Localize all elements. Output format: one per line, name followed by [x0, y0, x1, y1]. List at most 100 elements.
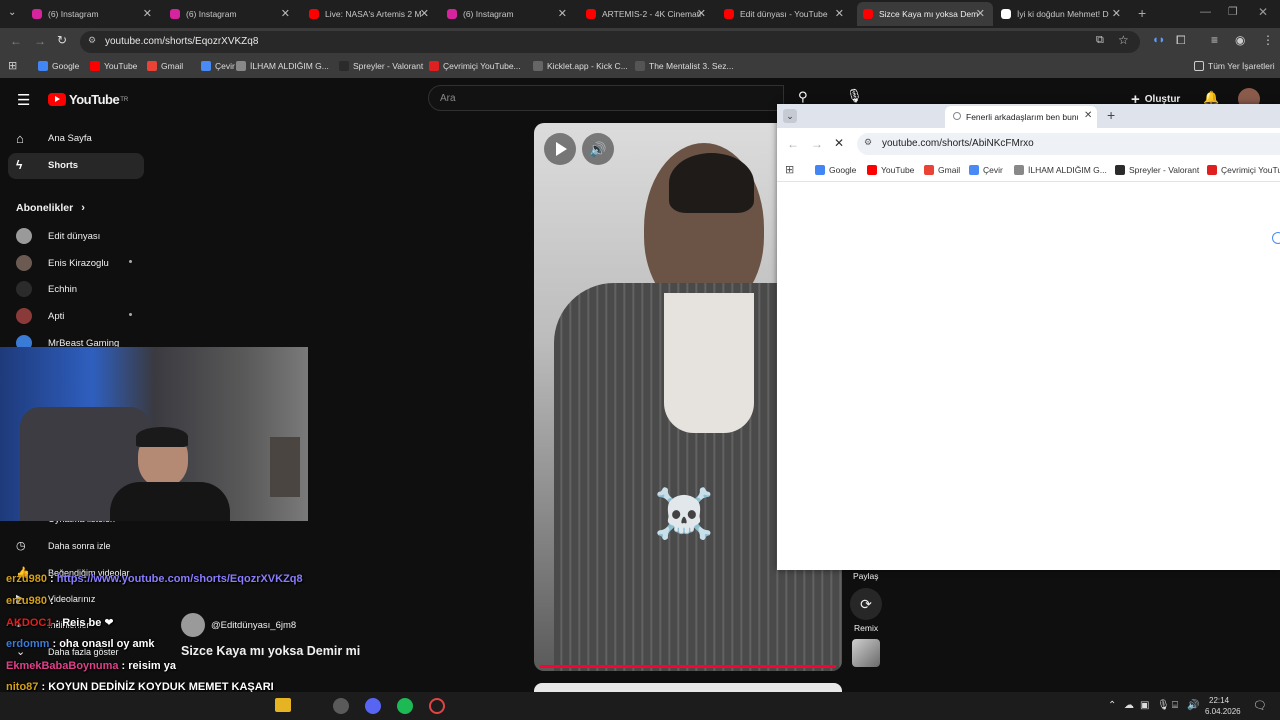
tab-close-icon[interactable]: ✕: [558, 7, 567, 20]
site-info-icon[interactable]: ⚙: [88, 35, 96, 46]
app-icon[interactable]: [429, 698, 445, 714]
tray-app-icon[interactable]: ▣: [1140, 700, 1149, 711]
file-explorer-icon[interactable]: [275, 698, 291, 712]
remix-button[interactable]: ⟳: [850, 588, 882, 620]
notification-center-icon[interactable]: 🗨: [1253, 699, 1267, 712]
back-arrow-icon[interactable]: ←: [10, 34, 22, 48]
chat-username[interactable]: erdomm: [6, 638, 49, 650]
bookmark-item[interactable]: Google: [38, 61, 79, 71]
clock-date[interactable]: 6.04.2026: [1205, 707, 1241, 716]
volume-button[interactable]: 🔊: [582, 133, 614, 165]
subscriptions-header[interactable]: Abonelikler ›: [16, 202, 85, 214]
tray-volume-icon[interactable]: 🔊: [1187, 700, 1199, 711]
video-progress-track[interactable]: [540, 665, 836, 668]
bookmark-item[interactable]: Çevir: [201, 61, 235, 71]
tab-close-icon[interactable]: ✕: [976, 7, 985, 20]
extension-icon[interactable]: ◖◗: [1152, 34, 1165, 46]
sidebar-subscription-item[interactable]: Apti: [16, 308, 132, 324]
tab-close-icon[interactable]: ✕: [835, 7, 844, 20]
hamburger-menu-icon[interactable]: ☰: [17, 91, 30, 109]
bookmark-star-icon[interactable]: ☆: [1118, 33, 1129, 47]
browser-tab[interactable]: İyi ki doğdun Mehmet! D ✕: [995, 2, 1129, 26]
sidebar-item-home[interactable]: ⌂ Ana Sayfa: [16, 131, 92, 146]
popup-apps-grid-icon[interactable]: ⊞: [785, 163, 794, 176]
discord-icon[interactable]: [365, 698, 381, 714]
search-input[interactable]: Ara: [428, 85, 784, 111]
steam-icon[interactable]: [333, 698, 349, 714]
bookmark-item[interactable]: Çevrimiçi YouTube...: [429, 61, 521, 71]
extensions-puzzle-icon[interactable]: ⧠: [1176, 33, 1186, 48]
sidebar-subscription-item[interactable]: Edit dünyası: [16, 228, 100, 244]
popup-stop-loading-icon[interactable]: ✕: [834, 136, 844, 150]
profile-icon[interactable]: ◉: [1235, 33, 1245, 47]
tab-close-icon[interactable]: ✕: [281, 7, 290, 20]
all-bookmarks-folder[interactable]: Tüm Yer İşaretleri: [1194, 61, 1275, 71]
browser-tab[interactable]: ARTEMIS-2 - 4K Cinemati ✕: [580, 2, 714, 26]
apps-grid-icon[interactable]: ⊞: [8, 59, 17, 72]
close-window-icon[interactable]: ✕: [1258, 5, 1268, 19]
browser-tab[interactable]: (6) Instagram ✕: [441, 2, 575, 26]
bookmark-item[interactable]: Gmail: [147, 61, 183, 71]
popup-forward-arrow-icon[interactable]: →: [811, 137, 823, 151]
popup-tab-search-icon[interactable]: ⌄: [783, 109, 797, 123]
sidebar-subscription-item[interactable]: Echhin: [16, 281, 77, 297]
popup-bookmark-item[interactable]: Spreyler - Valorant: [1115, 165, 1199, 175]
bookmark-item[interactable]: Spreyler - Valorant: [339, 61, 423, 71]
popup-bookmark-item[interactable]: İLHAM ALDIĞIM G...: [1014, 165, 1107, 175]
voice-search-mic-icon[interactable]: 🎙: [846, 88, 863, 104]
browser-tab[interactable]: Live: NASA's Artemis 2 M ✕: [303, 2, 437, 26]
browser-tab[interactable]: (6) Instagram ✕: [164, 2, 298, 26]
popup-address-bar[interactable]: ⚙ youtube.com/shorts/AbiNKcFMrxo: [857, 133, 1280, 155]
popup-bookmark-item[interactable]: Google: [815, 165, 856, 175]
new-tab-plus-icon[interactable]: +: [1138, 5, 1146, 21]
sound-thumbnail[interactable]: [852, 639, 880, 667]
popup-site-info-icon[interactable]: ⚙: [864, 137, 872, 148]
bookmark-item[interactable]: İLHAM ALDIĞIM G...: [236, 61, 329, 71]
browser-tab[interactable]: Edit dünyası - YouTube ✕: [718, 2, 852, 26]
tab-close-icon[interactable]: ✕: [1112, 7, 1121, 20]
maximize-icon[interactable]: ❐: [1228, 5, 1238, 18]
browser-tab[interactable]: Sizce Kaya mı yoksa Dem ✕: [857, 2, 993, 26]
popup-bookmark-item[interactable]: Çevrimiçi YouTub: [1207, 165, 1280, 175]
tray-mic-icon[interactable]: 🎙: [1157, 700, 1170, 711]
sidebar-item-shorts-label[interactable]: ϟ Shorts: [16, 158, 78, 172]
install-app-icon[interactable]: ⧉: [1096, 34, 1104, 47]
tab-close-icon[interactable]: ✕: [420, 7, 429, 20]
short-channel[interactable]: @Editdünyası_6jm8: [181, 613, 296, 637]
media-control-icon[interactable]: ≡: [1211, 33, 1218, 47]
tab-close-icon[interactable]: ✕: [143, 7, 152, 20]
menu-kebab-icon[interactable]: ⋮: [1262, 33, 1274, 47]
forward-arrow-icon[interactable]: →: [34, 34, 46, 48]
subscription-label: Enis Kirazoglu: [48, 257, 109, 269]
minimize-icon[interactable]: —: [1200, 6, 1211, 18]
tab-search-chevron-icon[interactable]: ⌄: [8, 7, 16, 18]
popup-bookmark-item[interactable]: Gmail: [924, 165, 960, 175]
chat-username[interactable]: EkmekBabaBoynuma: [6, 660, 119, 672]
tray-chevron-up-icon[interactable]: ⌃: [1108, 700, 1116, 711]
popup-tab-active[interactable]: Fenerli arkadaşlarım ben bunu ✕: [945, 106, 1097, 128]
search-icon[interactable]: ⚲: [798, 89, 808, 105]
popup-bookmark-item[interactable]: YouTube: [867, 165, 914, 175]
browser-tab[interactable]: (6) Instagram ✕: [26, 2, 160, 26]
bookmark-item[interactable]: The Mentalist 3. Sez...: [635, 61, 734, 71]
youtube-logo[interactable]: YouTube TR: [48, 92, 128, 107]
tray-cloud-icon[interactable]: ☁: [1124, 700, 1134, 711]
popup-new-tab-icon[interactable]: +: [1107, 107, 1115, 123]
tab-close-icon[interactable]: ✕: [697, 7, 706, 20]
reload-icon[interactable]: ↻: [57, 33, 67, 47]
sidebar-item-clock[interactable]: ◷ Daha sonra izle: [16, 539, 111, 552]
bookmark-item[interactable]: Kicklet.app - Kick C...: [533, 61, 628, 71]
popup-back-arrow-icon[interactable]: ←: [787, 137, 799, 151]
chat-username[interactable]: AKDOC1: [6, 617, 52, 629]
popup-tab-close-icon[interactable]: ✕: [1084, 110, 1092, 121]
popup-bookmark-item[interactable]: Çevir: [969, 165, 1003, 175]
play-button[interactable]: [544, 133, 576, 165]
spotify-icon[interactable]: [397, 698, 413, 714]
sidebar-subscription-item[interactable]: Enis Kirazoglu: [16, 255, 132, 271]
bookmark-item[interactable]: YouTube: [90, 61, 137, 71]
chat-username[interactable]: erzu980: [6, 573, 47, 585]
tray-network-icon[interactable]: ⌸: [1172, 700, 1178, 711]
address-bar[interactable]: ⚙ youtube.com/shorts/EqozrXVKZq8 ⧉ ☆: [80, 31, 1140, 53]
clock-time[interactable]: 22:14: [1209, 696, 1229, 705]
chat-username[interactable]: erzu980: [6, 595, 47, 607]
